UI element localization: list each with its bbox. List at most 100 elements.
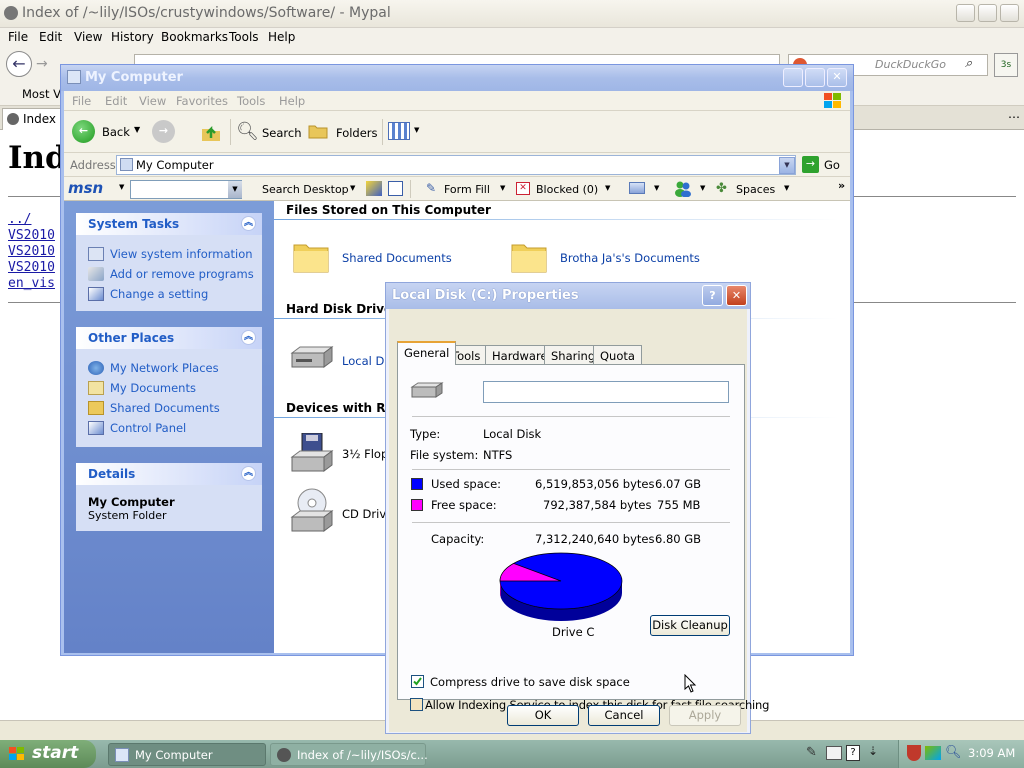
collapse-chevron-icon[interactable]: ︽ bbox=[241, 466, 256, 481]
separator bbox=[412, 416, 730, 417]
msn-logo[interactable]: msn bbox=[68, 179, 103, 197]
menu-edit[interactable]: Edit bbox=[105, 94, 127, 108]
list-all-tabs-icon[interactable]: ⋯ bbox=[1008, 110, 1020, 124]
shared-documents-item[interactable]: Shared Documents bbox=[292, 237, 472, 277]
search-button[interactable]: 🔍︎ Search bbox=[236, 121, 302, 143]
place-my-documents[interactable]: My Documents bbox=[88, 381, 196, 395]
browser-menu-edit[interactable]: Edit bbox=[39, 30, 62, 44]
search-desktop-button[interactable]: Search Desktop bbox=[262, 183, 349, 196]
place-control-panel[interactable]: Control Panel bbox=[88, 421, 186, 435]
keyboard-tray-icon[interactable] bbox=[826, 746, 842, 760]
disk-cleanup-button[interactable]: Disk Cleanup bbox=[650, 615, 730, 636]
menu-help[interactable]: Help bbox=[279, 94, 305, 108]
browser-menu-help[interactable]: Help bbox=[268, 30, 295, 44]
back-dropdown-icon[interactable]: ▼ bbox=[134, 125, 140, 134]
details-header[interactable]: Details ︽ bbox=[76, 463, 262, 485]
browser-menu-bookmarks[interactable]: Bookmarks bbox=[161, 30, 228, 44]
collapse-chevron-icon[interactable]: ︽ bbox=[241, 216, 256, 231]
pen-tray-icon[interactable]: ✎ bbox=[806, 745, 817, 760]
close-button[interactable]: ✕ bbox=[827, 68, 847, 87]
place-my-network-places[interactable]: My Network Places bbox=[88, 361, 219, 375]
dialog-title-bar[interactable]: Local Disk (C:) Properties ? ✕ bbox=[386, 283, 750, 309]
minimize-button[interactable] bbox=[783, 68, 803, 87]
browser-minimize-button[interactable] bbox=[956, 4, 975, 22]
file-link[interactable]: VS2010 bbox=[8, 244, 55, 259]
indexing-checkbox[interactable] bbox=[410, 698, 423, 711]
browser-forward-button[interactable]: → bbox=[36, 56, 48, 72]
compress-checkbox[interactable] bbox=[411, 675, 424, 688]
my-computer-title-bar[interactable]: My Computer ✕ bbox=[61, 65, 853, 91]
tab-quota[interactable]: Quota bbox=[593, 345, 642, 365]
messenger-icon[interactable] bbox=[674, 180, 692, 197]
network-tray-icon[interactable] bbox=[925, 746, 941, 760]
task-my-computer[interactable]: My Computer bbox=[108, 743, 266, 766]
file-link[interactable]: VS2010 bbox=[8, 228, 55, 243]
apply-button[interactable]: Apply bbox=[669, 705, 741, 726]
mail-dropdown-icon[interactable]: ▼ bbox=[654, 184, 659, 192]
address-dropdown-button[interactable]: ▼ bbox=[779, 157, 795, 174]
msn-dropdown-icon[interactable]: ▼ bbox=[119, 183, 124, 191]
tab-general[interactable]: General bbox=[397, 341, 457, 365]
addon-button[interactable]: 3s bbox=[994, 53, 1018, 77]
volume-label-input[interactable] bbox=[483, 381, 729, 403]
go-button[interactable]: → Go bbox=[800, 155, 846, 175]
task-change-setting[interactable]: Change a setting bbox=[88, 287, 208, 301]
user-documents-item[interactable]: Brotha Ja's's Documents bbox=[510, 237, 730, 277]
browser-back-button[interactable]: ← bbox=[6, 51, 32, 77]
file-link[interactable]: en_vis bbox=[8, 276, 55, 291]
browser-restore-button[interactable] bbox=[978, 4, 997, 22]
task-add-remove-programs[interactable]: Add or remove programs bbox=[88, 267, 254, 281]
security-shield-icon[interactable] bbox=[907, 745, 921, 761]
msn-search-input[interactable] bbox=[130, 180, 242, 199]
browser-close-button[interactable] bbox=[1000, 4, 1019, 22]
highlight-icon[interactable] bbox=[366, 181, 382, 196]
system-tasks-header[interactable]: System Tasks ︽ bbox=[76, 213, 262, 235]
capacity-label: Capacity: bbox=[431, 532, 485, 546]
msn-search-dropdown[interactable]: ▼ bbox=[228, 181, 242, 198]
place-shared-documents[interactable]: Shared Documents bbox=[88, 401, 220, 415]
used-space-bytes: 6,519,853,056 bytes bbox=[535, 477, 655, 491]
popup-blocker-button[interactable]: ✕ Blocked (0) ▼ bbox=[516, 181, 616, 199]
address-input[interactable]: My Computer bbox=[116, 155, 796, 175]
browser-menu-view[interactable]: View bbox=[74, 30, 102, 44]
dialog-close-button[interactable]: ✕ bbox=[726, 285, 747, 306]
tray-menu-icon[interactable]: ⇣ bbox=[868, 744, 878, 758]
volume-tray-icon[interactable]: 🔍︎ bbox=[945, 745, 962, 760]
views-button[interactable]: ▼ bbox=[386, 120, 422, 144]
menu-view[interactable]: View bbox=[139, 94, 166, 108]
help-button[interactable]: ? bbox=[702, 285, 723, 306]
help-tray-icon[interactable]: ? bbox=[846, 745, 860, 761]
browser-tab[interactable]: Index o bbox=[2, 108, 67, 130]
back-button[interactable]: ← Back ▼ bbox=[70, 119, 140, 145]
other-places-header[interactable]: Other Places ︽ bbox=[76, 327, 262, 349]
menu-favorites[interactable]: Favorites bbox=[176, 94, 228, 108]
maximize-button[interactable] bbox=[805, 68, 825, 87]
cancel-button[interactable]: Cancel bbox=[588, 705, 660, 726]
forward-button[interactable]: → bbox=[152, 120, 175, 143]
spaces-button[interactable]: ✤ Spaces ▼ bbox=[716, 181, 796, 199]
collapse-chevron-icon[interactable]: ︽ bbox=[241, 330, 256, 345]
browser-menu-tools[interactable]: Tools bbox=[229, 30, 259, 44]
place-label: My Network Places bbox=[110, 361, 219, 375]
messenger-dropdown-icon[interactable]: ▼ bbox=[700, 184, 705, 192]
compress-label[interactable]: Compress drive to save disk space bbox=[430, 675, 630, 689]
up-folder-icon[interactable] bbox=[200, 121, 222, 143]
form-fill-button[interactable]: ✎ Form Fill ▼ bbox=[426, 181, 510, 199]
task-view-system-info[interactable]: View system information bbox=[88, 247, 253, 261]
mail-icon[interactable] bbox=[629, 182, 645, 194]
folders-button[interactable]: Folders bbox=[308, 121, 378, 143]
menu-file[interactable]: File bbox=[72, 94, 91, 108]
search-desktop-dropdown-icon[interactable]: ▼ bbox=[350, 184, 355, 192]
toolbar-overflow-icon[interactable]: » bbox=[838, 179, 845, 192]
parent-dir-link[interactable]: ../ bbox=[8, 212, 31, 227]
note-icon[interactable] bbox=[388, 181, 403, 196]
browser-menu-history[interactable]: History bbox=[111, 30, 154, 44]
spaces-icon: ✤ bbox=[716, 181, 727, 196]
file-link[interactable]: VS2010 bbox=[8, 260, 55, 275]
menu-tools[interactable]: Tools bbox=[237, 94, 265, 108]
task-browser[interactable]: Index of /~lily/ISOs/c... bbox=[270, 743, 428, 766]
search-icon[interactable]: ⌕ bbox=[965, 56, 972, 71]
ok-button[interactable]: OK bbox=[507, 705, 579, 726]
start-button[interactable]: start bbox=[0, 740, 96, 768]
browser-menu-file[interactable]: File bbox=[8, 30, 28, 44]
